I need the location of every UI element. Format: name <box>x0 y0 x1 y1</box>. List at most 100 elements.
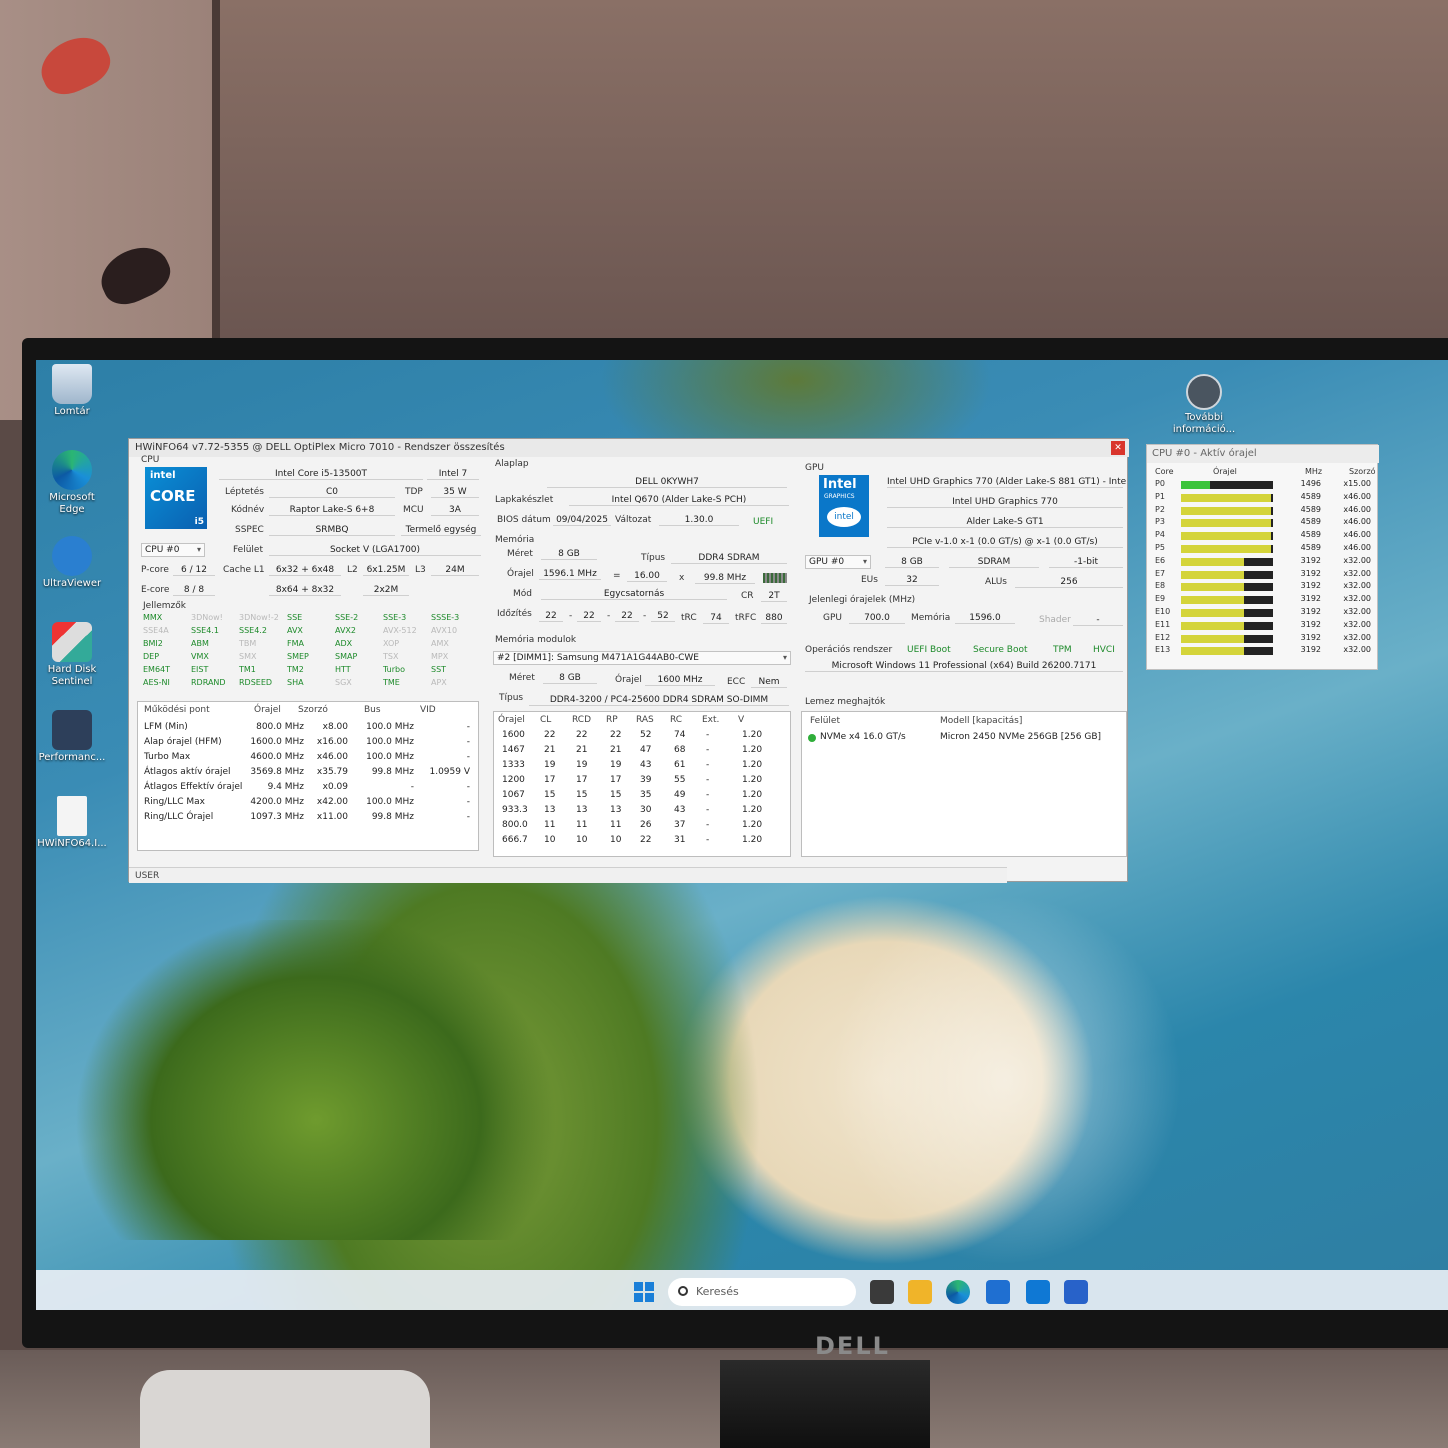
timing-cell: 13 <box>576 805 588 815</box>
op-cell: - <box>466 752 470 762</box>
cpu-features-grid: MMX 3DNow! 3DNow!-2 SSE SSE-2 SSE-3 SSSE-3 SSE4… <box>143 613 483 693</box>
table-row[interactable]: 1600 22 22 22 52 74 - 1.20 <box>494 730 790 744</box>
table-row[interactable]: 1467 21 21 21 47 68 - 1.20 <box>494 745 790 759</box>
mcu-label: MCU <box>403 505 424 515</box>
gpu-alus: 256 <box>1015 577 1123 588</box>
mem-t2: 22 <box>577 611 601 622</box>
memory-module-selector[interactable]: #2 [DIMM1]: Samsung M471A1G44AB0-CWE ▾ <box>493 651 791 665</box>
core-multiplier: x46.00 <box>1343 491 1371 501</box>
drive-row[interactable]: NVMe x4 16.0 GT/s Micron 2450 NVMe 256GB… <box>806 732 1122 746</box>
gpu-clock-label: GPU <box>823 613 842 623</box>
op-header: Bus <box>364 705 381 715</box>
cpu-ecore-l1: 8x64 + 8x32 <box>269 585 341 596</box>
timing-cell: 22 <box>576 730 588 740</box>
timing-header: CL <box>540 715 552 725</box>
logo-sub: GRAPHICS <box>824 493 855 500</box>
search-placeholder: Keresés <box>696 1285 739 1298</box>
clock-bar <box>1181 545 1272 553</box>
mem-dash: - <box>643 611 647 621</box>
table-row[interactable]: Turbo Max 4600.0 MHz x46.00 100.0 MHz - <box>138 752 478 766</box>
timing-header: RCD <box>572 715 592 725</box>
op-cell: x0.09 <box>322 782 348 792</box>
core-mhz: 3192 <box>1300 607 1321 616</box>
store-icon[interactable] <box>986 1280 1010 1304</box>
timing-cell: 31 <box>674 835 686 845</box>
module-timing-table: Órajel CL RCD RP RAS RC Ext. V 1600 22 22 22 52 74 - 1.… <box>494 712 790 856</box>
table-row[interactable]: Átlagos Effektív órajel 9.4 MHz x0.09 - - <box>138 782 478 796</box>
timing-cell: 1.20 <box>742 835 763 845</box>
timing-cell: 1.20 <box>742 775 763 785</box>
cpu-feature: SSE4A <box>143 626 169 635</box>
taskbar-search[interactable]: Keresés <box>668 1278 856 1306</box>
mem-cr: 2T <box>761 591 787 602</box>
timing-cell: 43 <box>640 760 652 770</box>
cpu-feature: XOP <box>383 639 400 648</box>
hwinfo-summary-window: HWiNFO64 v7.72-5355 @ DELL OptiPlex Micr… <box>128 438 1129 883</box>
cpu-feature: RDSEED <box>239 678 273 687</box>
drive-header-model: Modell [kapacitás] <box>940 716 1023 726</box>
outlook-icon[interactable] <box>1026 1280 1050 1304</box>
cpu-feature: ADX <box>335 639 353 648</box>
cpu-selector[interactable]: CPU #0 ▾ <box>141 543 205 557</box>
mem-t1: 22 <box>539 611 563 622</box>
table-row[interactable]: 1200 17 17 17 39 55 - 1.20 <box>494 775 790 789</box>
op-cell: 99.8 MHz <box>371 767 414 777</box>
desktop-icon-label: UltraViewer <box>42 578 102 589</box>
module-type: DDR4-3200 / PC4-25600 DDR4 SDRAM SO-DIMM <box>529 695 789 706</box>
clock-bar <box>1181 596 1244 605</box>
desktop-icon-ultraviewer[interactable]: UltraViewer <box>36 536 108 590</box>
table-row[interactable]: 1067 15 15 15 35 49 - 1.20 <box>494 790 790 804</box>
clock-bar <box>1181 532 1272 541</box>
timing-header: RP <box>606 715 618 725</box>
op-cell: x16.00 <box>316 737 348 747</box>
start-button[interactable] <box>634 1282 654 1302</box>
app-grid-icon[interactable] <box>1064 1280 1088 1304</box>
core-clock-list: P0 1496 x15.00 P1 4589 x46.00 P2 4589 x46.00 P3 45… <box>1147 479 1379 669</box>
version-label: Változat <box>615 515 652 525</box>
desktop-icon-more-info[interactable]: További információ... <box>1168 374 1240 436</box>
timing-cell: - <box>706 805 710 815</box>
timing-cell: 1.20 <box>742 790 763 800</box>
cpu-feature: RDRAND <box>191 678 226 687</box>
desktop-icon-hwinfo-file[interactable]: HWiNFO64.I... <box>36 796 108 850</box>
task-view-icon[interactable] <box>870 1280 894 1304</box>
header-core: Core <box>1155 467 1174 476</box>
table-row[interactable]: Ring/LLC Max 4200.0 MHz x42.00 100.0 MHz - <box>138 797 478 811</box>
table-row[interactable]: 933.3 13 13 13 30 43 - 1.20 <box>494 805 790 819</box>
table-row[interactable]: Alap órajel (HFM) 1600.0 MHz x16.00 100.0 M… <box>138 737 478 751</box>
op-cell: 1600.0 MHz <box>250 737 304 747</box>
close-button[interactable]: ✕ <box>1111 441 1125 455</box>
cpu-feature: SHA <box>287 678 304 687</box>
gpu-selector[interactable]: GPU #0 ▾ <box>805 555 871 569</box>
cpu-pcore-l2: 6x1.25M <box>363 565 409 576</box>
drives-group-label: Lemez meghajtók <box>805 697 886 707</box>
edge-icon[interactable] <box>946 1280 970 1304</box>
cpu-feature: TM1 <box>239 665 256 674</box>
op-cell: x46.00 <box>316 752 348 762</box>
table-row[interactable]: 1333 19 19 19 43 61 - 1.20 <box>494 760 790 774</box>
core-clock-row: P1 4589 x46.00 <box>1147 492 1379 504</box>
mem-trfc: 880 <box>761 613 787 624</box>
table-row[interactable]: LFM (Min) 800.0 MHz x8.00 100.0 MHz - <box>138 722 478 736</box>
timing-cell: 1600 <box>502 730 525 740</box>
logo-core: CORE <box>150 487 196 505</box>
cpu-feature: MMX <box>143 613 163 622</box>
desktop-icon-label: Performanc... <box>38 752 106 763</box>
core-name: P1 <box>1155 491 1165 501</box>
desktop-icon-performance[interactable]: Performanc... <box>36 710 108 764</box>
cpu-pcore-l1: 6x32 + 6x48 <box>269 565 341 576</box>
memory-group-label: Memória <box>495 535 535 545</box>
op-cell: 1.0959 V <box>429 767 470 777</box>
table-row[interactable]: 666.7 10 10 10 22 31 - 1.20 <box>494 835 790 849</box>
table-row[interactable]: Átlagos aktív órajel 3569.8 MHz x35.79 99.8… <box>138 767 478 781</box>
mem-t3: 22 <box>615 611 639 622</box>
table-row[interactable]: Ring/LLC Órajel 1097.3 MHz x11.00 99.8 MHz - <box>138 812 478 826</box>
desktop-icon-edge[interactable]: Microsoft Edge <box>36 450 108 516</box>
op-cell: 99.8 MHz <box>371 812 414 822</box>
module-ecc-label: ECC <box>727 677 746 687</box>
desktop-icon-hard-disk-sentinel[interactable]: Hard Disk Sentinel <box>36 622 108 688</box>
desktop-icon-recycle-bin[interactable]: Lomtár <box>36 364 108 418</box>
timing-cell: 21 <box>576 745 588 755</box>
file-explorer-icon[interactable] <box>908 1280 932 1304</box>
table-row[interactable]: 800.0 11 11 11 26 37 - 1.20 <box>494 820 790 834</box>
